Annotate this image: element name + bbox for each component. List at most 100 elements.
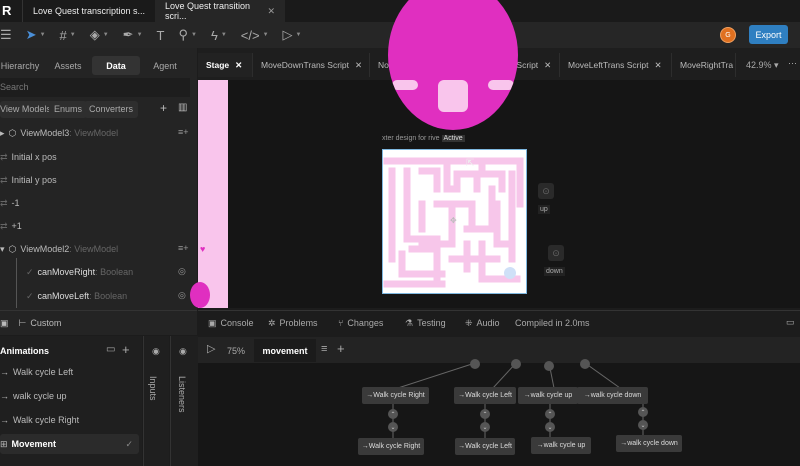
- state-machine-icon: ⊞: [0, 438, 8, 449]
- zoom-value: 42.9%: [746, 60, 772, 70]
- tab-problems[interactable]: ✲ Problems: [258, 312, 328, 334]
- close-icon[interactable]: ✕: [544, 60, 551, 71]
- play-icon[interactable]: ▷: [207, 342, 215, 355]
- transition-up-icon[interactable]: ⌃: [388, 409, 398, 419]
- avatar[interactable]: G: [720, 27, 736, 43]
- stage-canvas[interactable]: ♥ xter design for rive Active ✥ ⇱ ⊙ up ⊙…: [190, 0, 800, 308]
- select-tool-icon[interactable]: ➤: [26, 27, 37, 43]
- panel-toggle-icon[interactable]: ▭: [786, 317, 795, 328]
- transition-up-icon[interactable]: ⌃: [545, 409, 555, 419]
- tab-audio[interactable]: ⁜ Audio: [455, 312, 510, 334]
- tab-script[interactable]: MoveDownTrans Script ✕: [253, 53, 370, 77]
- tree-item[interactable]: ⇄ Initial y pos: [0, 170, 57, 190]
- close-icon[interactable]: ✕: [654, 60, 661, 71]
- tab-movement[interactable]: movement: [254, 339, 316, 362]
- tab-assets[interactable]: Assets: [48, 56, 88, 75]
- bone-tool-icon[interactable]: ⚲: [178, 27, 188, 43]
- tab-data[interactable]: Data: [92, 56, 140, 75]
- tab-console[interactable]: ▣ Console: [198, 312, 264, 334]
- audio-icon: ⁜: [465, 317, 473, 328]
- transition-down-icon[interactable]: ⌄: [480, 422, 490, 432]
- animation-item[interactable]: → Walk cycle Right: [0, 410, 79, 430]
- folder-icon[interactable]: ▭: [106, 344, 115, 355]
- export-button[interactable]: Export: [749, 25, 788, 44]
- tree-item[interactable]: ⇄ Initial x pos: [0, 147, 57, 167]
- close-icon[interactable]: ✕: [267, 6, 275, 17]
- vertex-tool-icon[interactable]: ◈: [90, 27, 100, 43]
- collapse-icon[interactable]: ◉: [179, 346, 187, 357]
- pen-tool-icon[interactable]: ✒: [123, 27, 134, 43]
- state-node[interactable]: → walk cycle up: [518, 387, 578, 404]
- tab-script[interactable]: MoveRightTra: [672, 53, 736, 77]
- frame-tool-icon[interactable]: #: [60, 28, 67, 43]
- tab-changes[interactable]: ⑂ Changes: [328, 312, 393, 334]
- more-icon[interactable]: ⋯: [788, 58, 797, 69]
- tree-item-viewmodel2[interactable]: ▾ ⬡ ViewModel2: ViewModel: [0, 239, 118, 259]
- tree-item[interactable]: ⇄ +1: [0, 216, 22, 236]
- collapse-icon[interactable]: ▾: [0, 244, 5, 255]
- transition-up-icon[interactable]: ⌃: [638, 407, 648, 417]
- transition-knob[interactable]: [470, 359, 480, 369]
- animation-item[interactable]: → Walk cycle Left: [0, 362, 73, 382]
- transition-knob[interactable]: [580, 359, 590, 369]
- tab-stage[interactable]: Stage ✕: [198, 53, 253, 77]
- bind-icon[interactable]: ◎: [178, 290, 186, 301]
- tab-label: Love Quest transition scri...: [165, 1, 251, 21]
- search-input[interactable]: Search: [0, 78, 190, 97]
- add-icon[interactable]: +: [122, 342, 130, 357]
- close-icon[interactable]: ✕: [235, 60, 242, 71]
- tab-testing[interactable]: ⚗ Testing: [395, 312, 456, 334]
- zoom-dropdown[interactable]: 42.9% ▾: [746, 60, 779, 71]
- transition-down-icon[interactable]: ⌄: [638, 420, 648, 430]
- file-tab-active[interactable]: Love Quest transition scri... ✕: [155, 0, 285, 22]
- state-node[interactable]: → Walk cycle Left: [454, 387, 516, 404]
- code-tool-icon[interactable]: </>: [241, 28, 260, 43]
- up-trigger-icon[interactable]: ⊙: [538, 183, 554, 199]
- tab-hierarchy[interactable]: Hierarchy: [0, 56, 40, 75]
- tree-item-viewmodel3[interactable]: ▸ ⬡ ViewModel3: ViewModel: [0, 123, 118, 143]
- book-icon[interactable]: ▥: [178, 102, 187, 113]
- expand-icon[interactable]: ▸: [0, 128, 5, 139]
- tree-item[interactable]: ✓ canMoveLeft: Boolean: [26, 286, 127, 306]
- event-tool-icon[interactable]: ϟ: [211, 28, 218, 43]
- maze-artboard[interactable]: ✥: [382, 149, 527, 294]
- state-node[interactable]: → walk cycle up: [531, 437, 591, 454]
- collapse-icon[interactable]: ◉: [152, 346, 160, 357]
- file-tab[interactable]: Love Quest transcription s...✕: [22, 0, 173, 22]
- tree-item[interactable]: ⇄ -1: [0, 193, 20, 213]
- bind-icon[interactable]: ◎: [178, 266, 186, 277]
- animation-item[interactable]: → walk cycle up: [0, 386, 67, 406]
- text-tool-icon[interactable]: T: [157, 28, 165, 43]
- tab-script[interactable]: MoveLeftTrans Script ✕: [560, 53, 672, 77]
- custom-row[interactable]: ▣ ⊢ Custom: [0, 310, 197, 335]
- add-property-icon[interactable]: ≡+: [178, 243, 189, 253]
- converters-button[interactable]: Converters: [84, 101, 139, 118]
- speed-value[interactable]: 75%: [227, 346, 245, 356]
- state-node[interactable]: → walk cycle down: [577, 387, 648, 404]
- state-node[interactable]: → Walk cycle Left: [455, 438, 515, 455]
- view-models-button[interactable]: View Models: [0, 101, 56, 118]
- tree-item[interactable]: ✓ canMoveRight: Boolean: [26, 262, 133, 282]
- state-node[interactable]: → Walk cycle Right: [358, 438, 424, 455]
- menu-icon[interactable]: ☰: [0, 27, 12, 43]
- animation-item-selected[interactable]: ⊞ Movement ✓: [0, 434, 139, 454]
- tree-line: [16, 258, 17, 308]
- transition-knob[interactable]: [544, 361, 554, 371]
- transition-down-icon[interactable]: ⌄: [545, 422, 555, 432]
- add-property-icon[interactable]: ≡+: [178, 127, 189, 137]
- enums-button[interactable]: Enums: [49, 101, 88, 118]
- add-icon[interactable]: +: [337, 341, 345, 356]
- artboard-label[interactable]: xter design for rive Active: [382, 135, 465, 142]
- tab-agent[interactable]: Agent: [144, 56, 186, 75]
- state-node[interactable]: → walk cycle down: [616, 435, 682, 452]
- state-node[interactable]: → Walk cycle Right: [362, 387, 429, 404]
- close-icon[interactable]: ✕: [355, 60, 362, 71]
- list-icon[interactable]: ≡: [321, 343, 327, 355]
- transition-down-icon[interactable]: ⌄: [388, 422, 398, 432]
- state-graph[interactable]: → Walk cycle Right → Walk cycle Left → w…: [198, 359, 800, 466]
- add-icon[interactable]: +: [160, 101, 167, 115]
- transition-knob[interactable]: [511, 359, 521, 369]
- transition-up-icon[interactable]: ⌃: [480, 409, 490, 419]
- down-trigger-icon[interactable]: ⊙: [548, 245, 564, 261]
- play-icon[interactable]: ▷: [283, 27, 293, 43]
